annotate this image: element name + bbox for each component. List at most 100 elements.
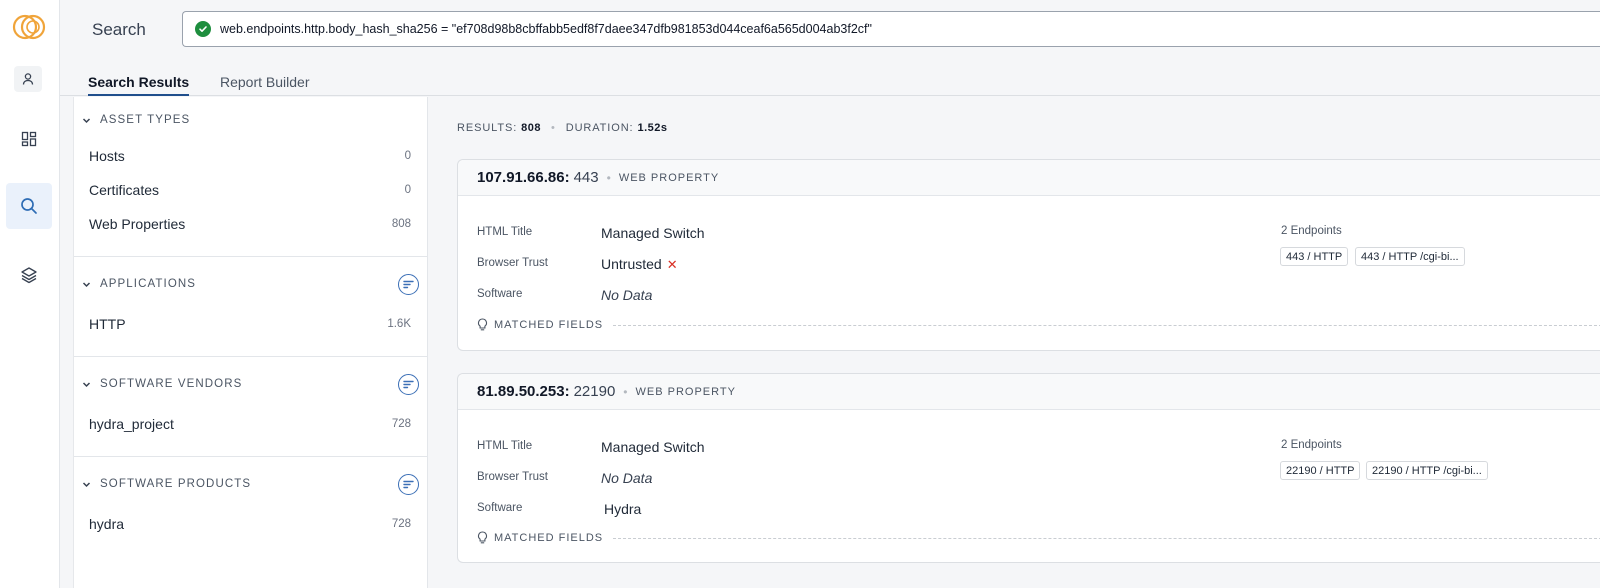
facet-panel: ASSET TYPES Hosts 0 Certificates 0 Web P…	[73, 97, 428, 588]
sort-facet-button[interactable]	[398, 474, 419, 495]
facet-item-label: HTTP	[89, 316, 126, 332]
facet-applications: APPLICATIONS HTTP 1.6K	[74, 261, 427, 357]
chevron-down-icon	[80, 278, 92, 290]
lightbulb-icon	[477, 318, 488, 331]
dashboard-button[interactable]	[14, 124, 44, 154]
results-area: RESULTS: 808 • DURATION: 1.52s 107.91.66…	[429, 97, 1600, 588]
results-summary: RESULTS: 808 • DURATION: 1.52s	[457, 122, 668, 134]
left-rail	[0, 0, 60, 588]
facet-item-label: hydra_project	[89, 416, 174, 432]
divider	[613, 538, 1600, 539]
results-count: 808	[521, 122, 542, 134]
chevron-down-icon	[80, 478, 92, 490]
facet-title: SOFTWARE VENDORS	[100, 378, 243, 390]
facet-software-products: SOFTWARE PRODUCTS hydra 728	[74, 461, 427, 557]
search-icon	[21, 198, 37, 214]
search-nav-button[interactable]	[6, 183, 52, 229]
search-bar: Search web.endpoints.http.body_hash_sha2…	[60, 0, 1600, 58]
result-card: 107.91.66.86: 443 • WEB PROPERTY HTML Ti…	[457, 159, 1600, 351]
facet-item-http[interactable]: HTTP 1.6K	[74, 307, 427, 341]
browser-trust-text: Untrusted	[601, 256, 662, 272]
layers-icon	[21, 267, 37, 284]
result-tabs: Search Results Report Builder	[60, 58, 1600, 96]
facet-item-count: 1.6K	[387, 318, 411, 330]
result-port[interactable]: 22190	[574, 383, 616, 400]
facet-asset-types: ASSET TYPES Hosts 0 Certificates 0 Web P…	[74, 97, 427, 257]
separator-dot: •	[623, 384, 628, 399]
facet-header[interactable]: APPLICATIONS	[74, 261, 427, 307]
separator-dot: •	[606, 170, 611, 185]
chevron-down-icon	[80, 114, 92, 126]
endpoint-chip[interactable]: 443 / HTTP /cgi-bi...	[1355, 247, 1465, 266]
html-title-label: HTML Title	[477, 226, 533, 238]
facet-item-label: Hosts	[89, 148, 125, 164]
facet-item-hydra-project[interactable]: hydra_project 728	[74, 407, 427, 441]
layers-nav-button[interactable]	[14, 260, 44, 290]
facet-header[interactable]: SOFTWARE PRODUCTS	[74, 461, 427, 507]
facet-item-certificates[interactable]: Certificates 0	[74, 173, 427, 207]
matched-fields-label: MATCHED FIELDS	[494, 318, 604, 331]
html-title-value: Managed Switch	[601, 225, 705, 241]
result-type-label: WEB PROPERTY	[635, 385, 736, 398]
query-valid-icon	[195, 21, 211, 37]
facet-item-hosts[interactable]: Hosts 0	[74, 139, 427, 173]
software-value: No Data	[601, 287, 653, 303]
facet-header[interactable]: ASSET TYPES	[74, 97, 427, 143]
software-value: Hydra	[604, 501, 642, 517]
html-title-value: Managed Switch	[601, 439, 705, 455]
facet-title: APPLICATIONS	[100, 278, 197, 290]
search-input[interactable]: web.endpoints.http.body_hash_sha256 = "e…	[182, 11, 1600, 47]
matched-fields-label: MATCHED FIELDS	[494, 531, 604, 544]
endpoints-count-label: 2 Endpoints	[1281, 439, 1342, 451]
facet-software-vendors: SOFTWARE VENDORS hydra_project 728	[74, 361, 427, 457]
tab-report-builder[interactable]: Report Builder	[220, 74, 310, 96]
sort-bars-icon	[403, 380, 414, 389]
endpoint-chip[interactable]: 443 / HTTP	[1280, 247, 1349, 266]
facet-title: ASSET TYPES	[100, 114, 191, 126]
duration-value: 1.52s	[637, 122, 668, 134]
html-title-label: HTML Title	[477, 440, 533, 452]
app-logo-icon[interactable]	[12, 12, 48, 42]
result-card-header: 107.91.66.86: 443 • WEB PROPERTY	[458, 160, 1600, 196]
sort-facet-button[interactable]	[398, 374, 419, 395]
user-profile-button[interactable]	[14, 66, 42, 92]
chevron-down-icon	[80, 378, 92, 390]
matched-fields-toggle[interactable]: MATCHED FIELDS	[477, 531, 603, 544]
browser-trust-label: Browser Trust	[477, 471, 548, 483]
software-label: Software	[477, 502, 523, 514]
result-type-label: WEB PROPERTY	[618, 171, 720, 184]
sort-bars-icon	[403, 480, 414, 489]
search-query-text[interactable]: web.endpoints.http.body_hash_sha256 = "e…	[220, 22, 872, 36]
facet-item-label: hydra	[89, 516, 125, 532]
user-icon	[22, 73, 34, 85]
result-card: 81.89.50.253: 22190 • WEB PROPERTY HTML …	[457, 373, 1600, 563]
facet-item-label: Web Properties	[89, 216, 186, 232]
endpoint-chip[interactable]: 22190 / HTTP	[1280, 461, 1361, 480]
matched-fields-toggle[interactable]: MATCHED FIELDS	[477, 318, 603, 331]
facet-item-hydra[interactable]: hydra 728	[74, 507, 427, 541]
tab-search-results[interactable]: Search Results	[88, 74, 190, 96]
facet-item-count: 808	[391, 218, 411, 230]
results-label: RESULTS:	[457, 122, 518, 134]
duration-label: DURATION:	[565, 122, 634, 134]
sort-facet-button[interactable]	[398, 274, 419, 295]
result-card-header: 81.89.50.253: 22190 • WEB PROPERTY	[458, 374, 1600, 410]
separator-dot: •	[550, 122, 556, 134]
result-port[interactable]: 443	[574, 169, 599, 186]
untrusted-x-icon: ✕	[666, 257, 678, 272]
browser-trust-label: Browser Trust	[477, 257, 548, 269]
result-ip-link[interactable]: 81.89.50.253:	[477, 383, 570, 400]
facet-item-count: 728	[391, 518, 411, 530]
facet-item-web-properties[interactable]: Web Properties 808	[74, 207, 427, 241]
facet-item-count: 0	[404, 150, 411, 162]
facet-title: SOFTWARE PRODUCTS	[100, 478, 252, 490]
dashboard-grid-icon	[21, 131, 37, 147]
browser-trust-value: Untrusted ✕	[601, 256, 678, 273]
result-ip-link[interactable]: 107.91.66.86:	[477, 169, 570, 186]
endpoint-chip[interactable]: 22190 / HTTP /cgi-bi...	[1366, 461, 1488, 480]
facet-item-count: 728	[391, 418, 411, 430]
facet-item-label: Certificates	[89, 182, 160, 198]
facet-header[interactable]: SOFTWARE VENDORS	[74, 361, 427, 407]
divider	[613, 325, 1600, 326]
facet-item-count: 0	[404, 184, 411, 196]
